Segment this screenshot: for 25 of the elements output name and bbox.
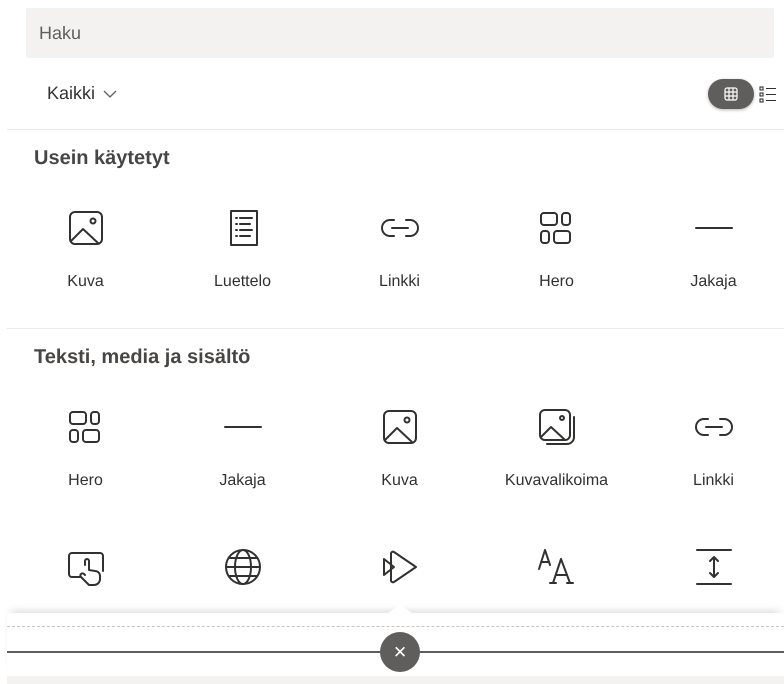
web-part-tile[interactable]: Kuva xyxy=(321,381,478,491)
globe-icon xyxy=(222,547,262,587)
web-part-tile[interactable]: Kuva xyxy=(7,182,164,292)
close-button[interactable]: × xyxy=(380,632,420,672)
web-part-tile[interactable]: Kuvavalikoima xyxy=(478,381,635,491)
image-stack-icon xyxy=(536,407,576,447)
search-field[interactable]: Haku xyxy=(26,8,774,58)
web-part-tile[interactable]: Hero xyxy=(7,381,164,491)
vertical-spacing-icon xyxy=(694,547,734,587)
grid-icon xyxy=(723,86,739,102)
web-part-tile[interactable]: Linkki xyxy=(635,381,784,491)
grid-view-button[interactable] xyxy=(708,78,754,108)
horizontal-line-icon xyxy=(694,226,734,230)
font-size-icon xyxy=(536,547,576,587)
chevron-down-icon xyxy=(103,90,118,98)
web-part-tile[interactable]: Linkki xyxy=(321,182,478,292)
horizontal-line-icon xyxy=(222,425,262,429)
web-part-tile[interactable]: Hero xyxy=(478,182,635,292)
section-heading: Teksti, media ja sisältö xyxy=(33,345,252,370)
section-heading: Usein käytetyt xyxy=(33,146,171,171)
web-part-tile[interactable]: Jakaja xyxy=(164,381,321,491)
filter-dropdown[interactable]: Kaikki xyxy=(47,80,118,107)
web-part-tile[interactable]: Jakaja xyxy=(635,182,784,292)
web-part-tile[interactable]: Luettelo xyxy=(164,182,321,292)
list-icon xyxy=(759,84,777,102)
